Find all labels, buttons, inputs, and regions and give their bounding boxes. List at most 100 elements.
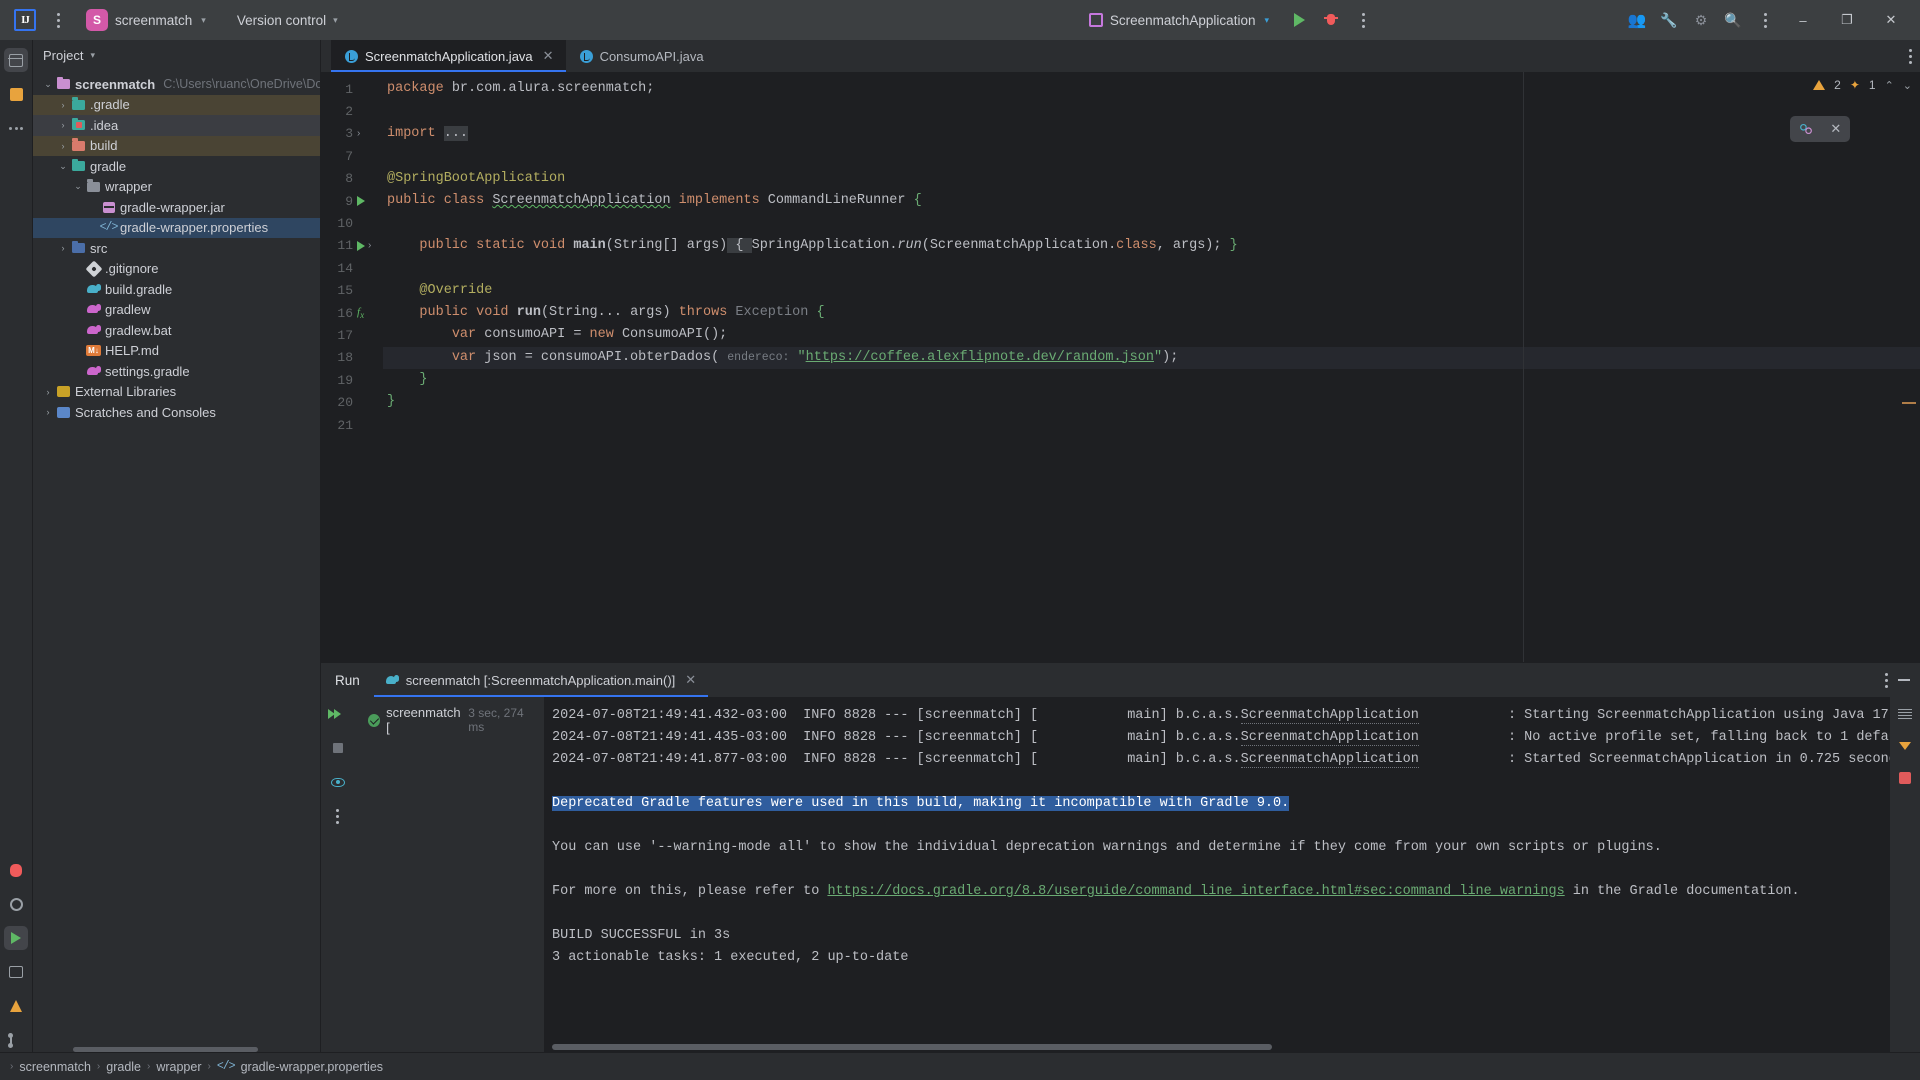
sidebar-item-terminal[interactable] [4,960,28,984]
close-icon[interactable]: ✕ [685,672,696,688]
breadcrumb-item[interactable]: gradle-wrapper.properties [241,1060,383,1074]
sidebar-item-problems[interactable] [4,994,28,1018]
next-problem-icon[interactable]: ⌄ [1903,79,1912,92]
tree-item-gradlew-bat[interactable]: gradlew.bat [33,320,320,341]
code-line-17[interactable]: var consumoAPI = new ConsumoAPI(); [383,324,1920,346]
maximize-window-button[interactable]: ❐ [1826,0,1868,40]
code-editor[interactable]: 1 2 3 › 7 8 9 10 11 › 14 15 16 fx 17 18 19 20 21 package b… [321,72,1920,662]
tab-options-button[interactable] [1909,40,1912,72]
gutter-line-20[interactable]: 20 [321,391,383,413]
gutter-line-10[interactable]: 10 [321,212,383,234]
gutter-line-19[interactable]: 19 [321,369,383,391]
gutter-line-18[interactable]: 18 [321,347,383,369]
code-line-3[interactable]: import ... [383,123,1920,145]
editor-gutter[interactable]: 1 2 3 › 7 8 9 10 11 › 14 15 16 fx 17 18 19 20 21 [321,72,383,662]
tree-item--gradle[interactable]: › .gradle [33,94,320,115]
disclosure-arrow-icon[interactable]: › [41,387,55,397]
run-configuration-selector[interactable]: ScreenmatchApplication ▾ [1080,9,1278,32]
override-method-icon[interactable]: fx [357,306,364,320]
code-line-15[interactable]: @Override [383,280,1920,302]
run-button[interactable] [1284,5,1314,35]
code-line-16[interactable]: public void run(String... args) throws E… [383,302,1920,324]
gutter-line-17[interactable]: 17 [321,324,383,346]
stop-process-button[interactable] [1895,769,1915,787]
project-horizontal-scrollbar[interactable] [73,1047,258,1052]
code-line-8[interactable]: @SpringBootApplication [383,168,1920,190]
gutter-line-16[interactable]: 16 fx [321,302,383,324]
run-session-tab[interactable]: screenmatch [:ScreenmatchApplication.mai… [373,663,709,697]
sidebar-item-bookmarks[interactable] [4,82,28,106]
breadcrumb-item[interactable]: wrapper [156,1060,201,1074]
close-window-button[interactable]: ✕ [1870,0,1912,40]
disclosure-arrow-icon[interactable]: › [56,243,70,253]
tree-item-screenmatch[interactable]: ⌄ screenmatch C:\Users\ruanc\OneDrive\Docu… [33,74,320,95]
minimize-icon[interactable] [1898,679,1910,681]
project-selector[interactable]: S screenmatch ▾ [78,5,214,35]
tree-item-gradle[interactable]: ⌄ gradle [33,156,320,177]
code-line-1[interactable]: package br.com.alura.screenmatch; [383,78,1920,100]
gutter-line-2[interactable]: 2 [321,100,383,122]
fold-arrow-icon[interactable]: › [368,240,371,251]
breadcrumb-item[interactable]: screenmatch [19,1060,91,1074]
gutter-line-14[interactable]: 14 [321,257,383,279]
version-control-button[interactable]: Version control ▾ [228,9,347,32]
console-horizontal-scrollbar[interactable] [552,1044,1272,1050]
gutter-line-8[interactable]: 8 [321,168,383,190]
sidebar-item-debug[interactable] [4,858,28,882]
rerun-button[interactable] [327,703,349,725]
gutter-line-11[interactable]: 11 › [321,235,383,257]
settings-menu-button[interactable] [1750,5,1780,35]
run-result-item[interactable]: screenmatch [ 3 sec, 274 ms [354,703,544,737]
debug-button[interactable] [1316,5,1346,35]
main-menu-icon[interactable] [46,8,70,32]
tools-button[interactable]: 🔧 [1654,5,1684,35]
filter-button[interactable] [327,771,349,793]
code-line-11[interactable]: public static void main(String[] args) {… [383,235,1920,257]
inspection-widget[interactable]: 2 ✦ 1 ⌃ ⌄ [1813,78,1912,92]
code-line-21[interactable] [383,414,1920,436]
run-more-button[interactable] [327,805,349,827]
sidebar-item-run[interactable] [4,926,28,950]
code-line-2[interactable] [383,100,1920,122]
tree-item-settings-gradle[interactable]: settings.gradle [33,361,320,382]
minimize-window-button[interactable]: – [1782,0,1824,40]
gutter-line-9[interactable]: 9 [321,190,383,212]
disclosure-arrow-icon[interactable]: ⌄ [56,161,70,172]
tree-item-src[interactable]: › src [33,238,320,259]
stop-button[interactable] [327,737,349,759]
tree-item-gradlew[interactable]: gradlew [33,300,320,321]
disclosure-arrow-icon[interactable]: › [41,407,55,417]
gutter-line-7[interactable]: 7 [321,145,383,167]
code-line-20[interactable]: } [383,391,1920,413]
more-run-options-button[interactable] [1348,5,1378,35]
project-tree[interactable]: ⌄ screenmatch C:\Users\ruanc\OneDrive\Docu… [33,70,320,1052]
console-link[interactable]: https://docs.gradle.org/8.8/userguide/co… [827,884,1564,899]
run-results-tree[interactable]: screenmatch [ 3 sec, 274 ms [354,697,544,1052]
tab-consumoapi[interactable]: ConsumoAPI.java [566,40,716,72]
disclosure-arrow-icon[interactable]: ⌄ [41,79,55,90]
project-panel-header[interactable]: Project ▾ [33,40,320,70]
disclosure-arrow-icon[interactable]: › [56,100,70,110]
sidebar-item-project[interactable] [4,48,28,72]
tree-item-wrapper[interactable]: ⌄ wrapper [33,177,320,198]
code-line-7[interactable] [383,145,1920,167]
disclosure-arrow-icon[interactable]: › [56,120,70,130]
tree-item-help-md[interactable]: M↓ HELP.md [33,341,320,362]
editor-floating-toolbar[interactable]: ✕ [1790,116,1850,142]
search-button[interactable]: 🔍 [1718,5,1748,35]
tree-item-build-gradle[interactable]: build.gradle [33,279,320,300]
tree-item--gitignore[interactable]: .gitignore [33,259,320,280]
gutter-line-15[interactable]: 15 [321,280,383,302]
close-icon[interactable]: ✕ [1830,121,1841,137]
sidebar-item-more[interactable] [4,116,28,140]
scroll-to-end-button[interactable] [1895,737,1915,755]
code-with-me-button[interactable]: 👥 [1622,5,1652,35]
tree-item-gradle-wrapper-properties[interactable]: </> gradle-wrapper.properties [33,217,320,238]
tree-item-gradle-wrapper-jar[interactable]: gradle-wrapper.jar [33,197,320,218]
code-line-14[interactable] [383,257,1920,279]
gutter-line-1[interactable]: 1 [321,78,383,100]
sidebar-item-version-control[interactable] [4,1028,28,1052]
run-gutter-icon[interactable] [357,196,365,207]
fold-arrow-icon[interactable]: › [357,128,360,139]
tree-item--idea[interactable]: › .idea [33,115,320,136]
